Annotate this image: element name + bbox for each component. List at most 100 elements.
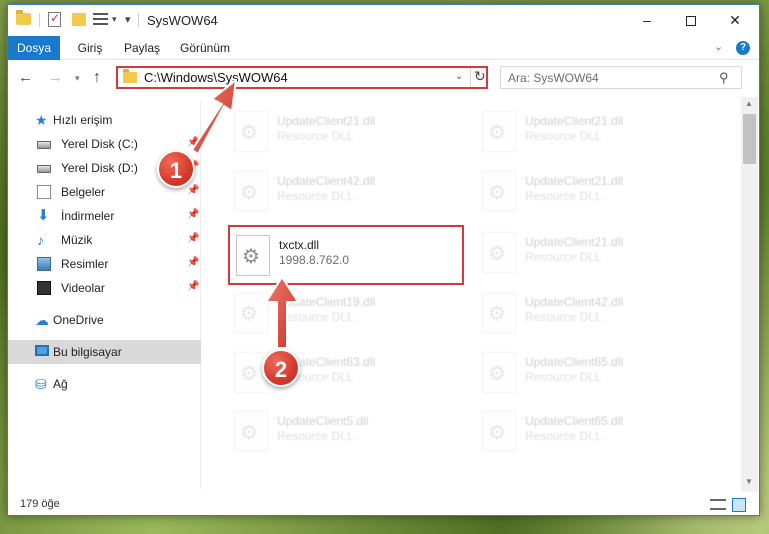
file-item[interactable]: UpdateClient65.dll Resource DLL xyxy=(476,403,704,461)
pin-icon: 📌 xyxy=(187,257,200,268)
scroll-up-icon[interactable]: ▲ xyxy=(745,99,753,108)
computer-icon xyxy=(35,345,49,356)
tab-home[interactable]: Giriş xyxy=(71,36,109,60)
drive-icon xyxy=(37,141,51,149)
sidebar-item-videos[interactable]: Videolar 📌 xyxy=(8,276,201,300)
downloads-icon: ⬇ xyxy=(37,207,50,224)
address-path[interactable]: C:\Windows\SysWOW64 xyxy=(144,70,288,85)
sidebar-item-downloads[interactable]: ⬇ İndirmeler 📌 xyxy=(8,204,201,228)
search-input[interactable]: Ara: SysWOW64 ⚲ xyxy=(500,66,742,89)
refresh-icon[interactable]: ↻ xyxy=(474,68,486,85)
tab-share[interactable]: Paylaş xyxy=(120,36,164,60)
file-type: Resource DLL xyxy=(525,370,602,384)
sidebar-item-quick-access[interactable]: ★ Hızlı erişim xyxy=(8,108,201,132)
file-item[interactable]: UpdateClient21.dll Resource DLL xyxy=(476,163,704,221)
file-name: UpdateClient19.dll xyxy=(277,295,376,309)
pin-icon: 📌 xyxy=(187,209,200,220)
dll-file-icon xyxy=(234,171,268,212)
file-type: Resource DLL xyxy=(525,429,602,443)
file-name: UpdateClient21.dll xyxy=(525,235,624,249)
file-type: Resource DLL xyxy=(525,250,602,264)
sidebar-item-label: Hızlı erişim xyxy=(53,113,113,127)
divider xyxy=(39,13,40,27)
minimize-button[interactable]: – xyxy=(624,5,670,36)
sidebar-item-pictures[interactable]: Resimler 📌 xyxy=(8,252,201,276)
navigation-bar: ← → ▾ ↑ C:\Windows\SysWOW64 ⌄ ↻ Ara: Sys… xyxy=(8,63,759,93)
sidebar-item-label: Ağ xyxy=(53,377,68,391)
title-bar: ▾ ▾ SysWOW64 – ✕ xyxy=(8,5,759,36)
dll-file-icon xyxy=(482,171,516,212)
view-toggle-icon[interactable] xyxy=(93,13,108,25)
file-type: Resource DLL xyxy=(525,310,602,324)
file-name: UpdateClient42.dll xyxy=(277,174,376,188)
large-icons-view-icon[interactable] xyxy=(732,498,746,512)
file-item[interactable]: UpdateClient5.dll Resource DLL xyxy=(228,403,456,461)
dll-file-icon xyxy=(482,232,516,273)
address-bar[interactable]: C:\Windows\SysWOW64 ⌄ ↻ xyxy=(116,66,488,89)
file-item[interactable]: UpdateClient21.dll Resource DLL xyxy=(476,103,704,161)
dll-file-icon xyxy=(482,411,516,452)
chevron-down-icon[interactable]: ▾ xyxy=(112,14,117,25)
sidebar-item-onedrive[interactable]: ☁ OneDrive xyxy=(8,308,201,332)
details-view-icon[interactable] xyxy=(710,499,726,510)
explorer-window: ▾ ▾ SysWOW64 – ✕ Dosya Giriş Paylaş Görü… xyxy=(7,4,760,516)
ribbon: Dosya Giriş Paylaş Görünüm ⌄ ? xyxy=(8,36,759,60)
file-name: UpdateClient42.dll xyxy=(525,295,624,309)
tab-file[interactable]: Dosya xyxy=(8,36,60,60)
maximize-button[interactable] xyxy=(668,5,714,36)
file-item[interactable]: UpdateClient42.dll Resource DLL xyxy=(228,163,456,221)
file-type: Resource DLL xyxy=(277,189,354,203)
scrollbar-thumb[interactable] xyxy=(743,114,756,164)
up-button[interactable]: ↑ xyxy=(93,69,101,87)
step-badge-1: 1 xyxy=(157,150,195,188)
pin-icon: 📌 xyxy=(187,281,200,292)
file-list: UpdateClient21.dll Resource DLL UpdateCl… xyxy=(214,97,739,492)
help-icon[interactable]: ? xyxy=(736,41,750,55)
file-type: Resource DLL xyxy=(525,129,602,143)
forward-button[interactable]: → xyxy=(48,69,63,86)
search-icon[interactable]: ⚲ xyxy=(719,70,729,86)
sidebar-item-label: Videolar xyxy=(61,281,105,295)
sidebar-item-label: OneDrive xyxy=(53,313,104,327)
search-placeholder: Ara: SysWOW64 xyxy=(508,71,599,85)
file-item[interactable]: UpdateClient21.dll Resource DLL xyxy=(228,103,456,161)
tab-view[interactable]: Görünüm xyxy=(174,36,236,60)
dll-file-icon xyxy=(234,411,268,452)
file-name: UpdateClient21.dll xyxy=(525,114,624,128)
sidebar-item-this-pc[interactable]: Bu bilgisayar xyxy=(8,340,201,364)
divider xyxy=(470,68,471,87)
expand-ribbon-icon[interactable]: ⌄ xyxy=(714,40,723,53)
file-name: UpdateClient21.dll xyxy=(525,174,624,188)
chevron-down-icon[interactable]: ⌄ xyxy=(455,71,463,82)
file-name: UpdateClient65.dll xyxy=(525,355,624,369)
vertical-scrollbar[interactable]: ▲ ▼ xyxy=(741,97,758,492)
file-type: Resource DLL xyxy=(277,310,354,324)
sidebar-item-label: İndirmeler xyxy=(61,209,115,223)
file-item[interactable]: UpdateClient42.dll Resource DLL xyxy=(476,284,704,342)
properties-icon[interactable] xyxy=(48,11,61,27)
file-item[interactable]: UpdateClient19.dll Resource DLL xyxy=(228,284,456,342)
folder-icon xyxy=(123,69,137,83)
sidebar-item-label: Yerel Disk (D:) xyxy=(61,161,138,175)
back-button[interactable]: ← xyxy=(18,69,33,86)
file-item[interactable]: UpdateClient65.dll Resource DLL xyxy=(476,344,704,402)
sidebar-item-label: Bu bilgisayar xyxy=(53,345,122,359)
scroll-down-icon[interactable]: ▼ xyxy=(745,477,753,486)
quick-access-customize-icon[interactable]: ▾ xyxy=(125,13,131,26)
recent-locations-icon[interactable]: ▾ xyxy=(75,73,80,84)
file-name: UpdateClient65.dll xyxy=(525,414,624,428)
file-name: txctx.dll xyxy=(279,238,320,252)
documents-icon xyxy=(37,185,51,199)
file-name: UpdateClient21.dll xyxy=(277,114,376,128)
file-item-txctx[interactable]: txctx.dll 1998.8.762.0 xyxy=(228,225,464,285)
new-folder-icon[interactable] xyxy=(72,13,86,26)
dll-file-icon xyxy=(234,111,268,152)
sidebar-item-network[interactable]: ⛁ Ağ xyxy=(8,372,201,396)
close-button[interactable]: ✕ xyxy=(712,5,758,36)
file-item[interactable]: UpdateClient21.dll Resource DLL xyxy=(476,224,704,282)
sidebar-item-music[interactable]: ♪ Müzik 📌 xyxy=(8,228,201,252)
item-count: 179 öğe xyxy=(20,498,60,510)
pictures-icon xyxy=(37,257,51,271)
file-type: Resource DLL xyxy=(525,189,602,203)
divider xyxy=(138,13,139,27)
